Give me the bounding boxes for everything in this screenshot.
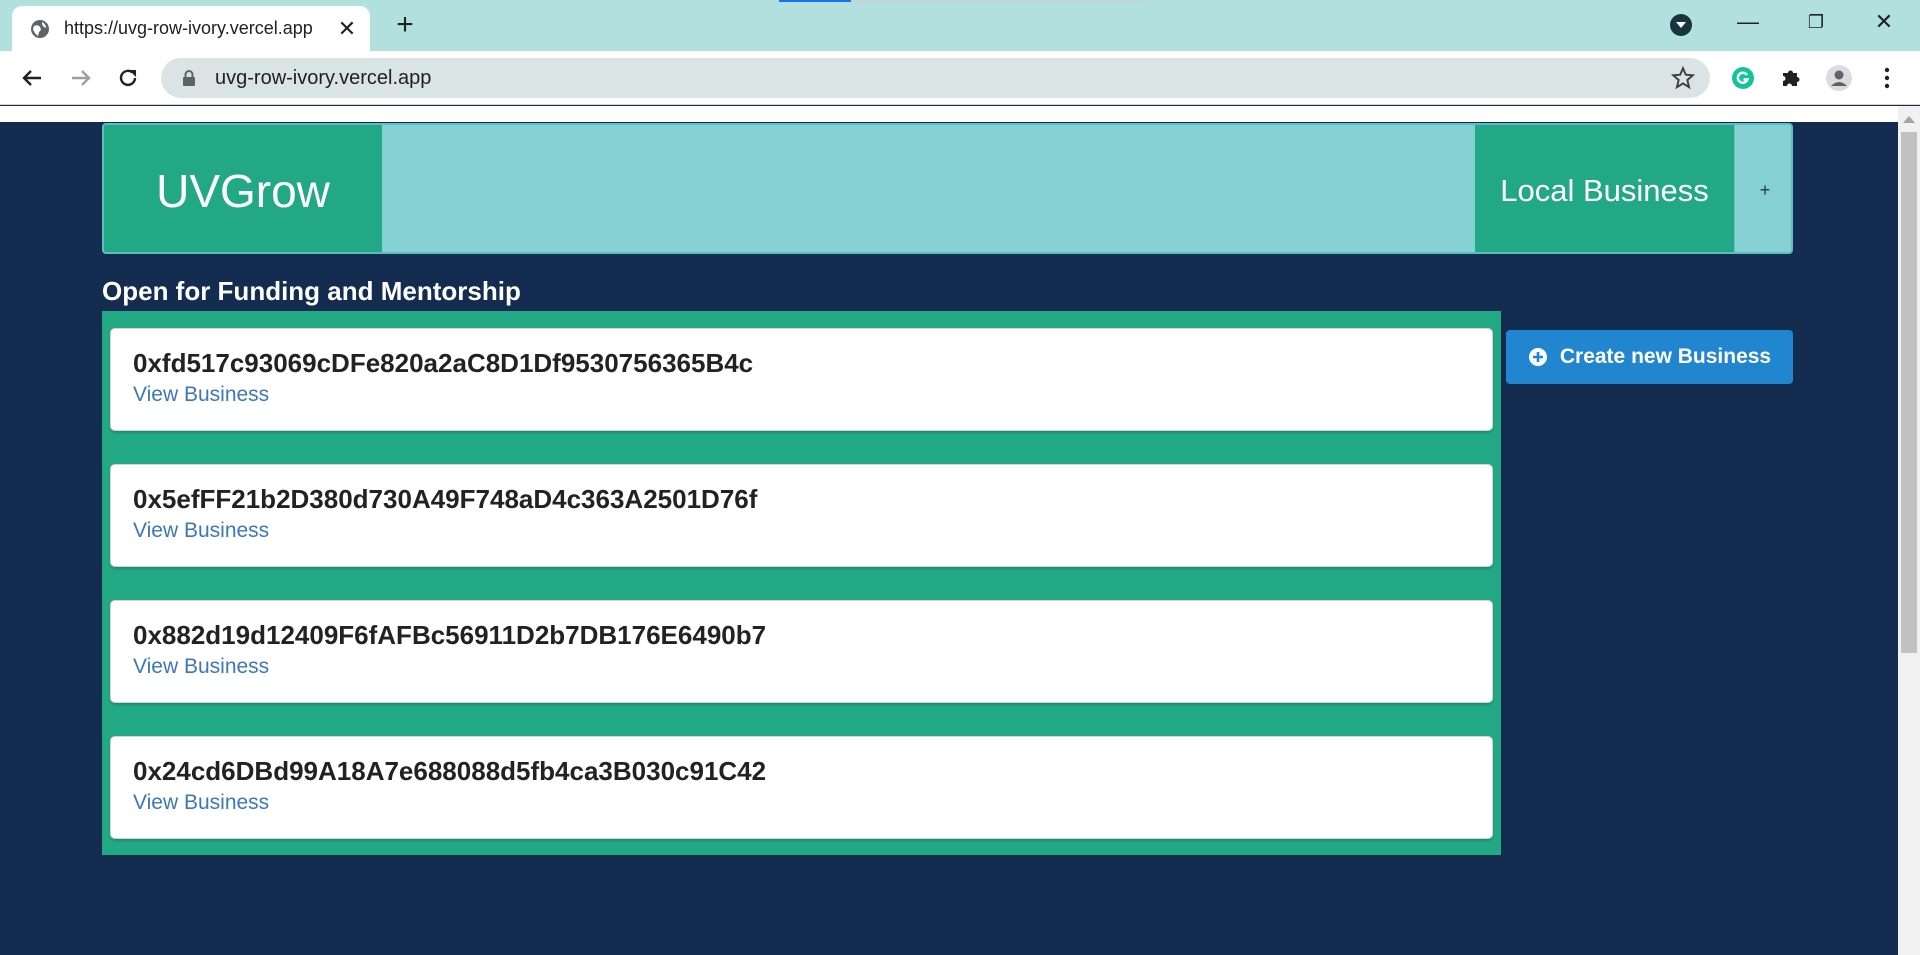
view-business-link[interactable]: View Business xyxy=(133,380,269,410)
extensions-puzzle-icon xyxy=(1783,70,1800,86)
bookmark-star-icon[interactable] xyxy=(1670,65,1696,91)
lock-icon xyxy=(183,70,195,86)
globe-icon xyxy=(31,19,49,38)
forward-button[interactable] xyxy=(63,60,99,96)
grammarly-button[interactable] xyxy=(1729,64,1757,92)
create-new-business-button[interactable]: Create new Business xyxy=(1506,330,1793,384)
business-address: 0x882d19d12409F6fAFBc56911D2b7DB176E6490… xyxy=(133,620,767,650)
view-business-link[interactable]: View Business xyxy=(133,788,269,818)
scrollbar-thumb[interactable] xyxy=(1901,132,1917,653)
extensions-button[interactable] xyxy=(1777,64,1805,92)
address-bar[interactable]: uvg-row-ivory.vercel.app xyxy=(161,58,1710,98)
browser-titlebar: https://uvg-row-ivory.vercel.app ✕ + — ❐… xyxy=(0,0,1920,51)
loading-progress-bar xyxy=(779,0,1141,2)
tab-close-icon[interactable]: ✕ xyxy=(336,17,358,40)
browser-toolbar: uvg-row-ivory.vercel.app xyxy=(0,51,1920,105)
grammarly-icon xyxy=(1732,67,1754,89)
browser-tab[interactable]: https://uvg-row-ivory.vercel.app ✕ xyxy=(12,6,370,51)
page-scrollbar[interactable] xyxy=(1898,106,1920,955)
business-card: 0x5efFF21b2D380d730A49F748aD4c363A2501D7… xyxy=(111,465,1492,566)
browser-menu-button[interactable] xyxy=(1873,64,1901,92)
close-window-button[interactable]: ✕ xyxy=(1854,4,1914,40)
business-card: 0xfd517c93069cDFe820a2aC8D1Df9530756365B… xyxy=(111,329,1492,430)
nav-local-business[interactable]: Local Business xyxy=(1475,125,1734,252)
plus-circle-icon xyxy=(1528,348,1547,366)
new-tab-button[interactable]: + xyxy=(390,10,420,41)
create-button-label: Create new Business xyxy=(1559,345,1772,368)
tab-search-icon[interactable] xyxy=(1670,14,1692,36)
view-business-link[interactable]: View Business xyxy=(133,516,269,546)
profile-avatar-icon xyxy=(1826,65,1852,91)
forward-arrow-icon xyxy=(72,70,91,86)
business-list: 0xfd517c93069cDFe820a2aC8D1Df9530756365B… xyxy=(102,311,1501,855)
business-address: 0x24cd6DBd99A18A7e688088d5fb4ca3B030c91C… xyxy=(133,756,767,786)
business-address: 0x5efFF21b2D380d730A49F748aD4c363A2501D7… xyxy=(133,484,758,514)
back-button[interactable] xyxy=(14,60,50,96)
page-top-strip xyxy=(0,106,1898,122)
brand-logo[interactable]: UVGrow xyxy=(104,125,382,252)
section-title: Open for Funding and Mentorship xyxy=(102,276,521,306)
url-text: uvg-row-ivory.vercel.app xyxy=(215,66,432,89)
business-card: 0x24cd6DBd99A18A7e688088d5fb4ca3B030c91C… xyxy=(111,737,1492,838)
reload-icon xyxy=(119,69,137,87)
nav-plus-button[interactable]: + xyxy=(1734,125,1791,252)
restore-button[interactable]: ❐ xyxy=(1786,4,1846,40)
back-arrow-icon xyxy=(22,70,41,86)
view-business-link[interactable]: View Business xyxy=(133,652,269,682)
reload-button[interactable] xyxy=(110,60,146,96)
minimize-button[interactable]: — xyxy=(1718,4,1778,40)
profile-button[interactable] xyxy=(1825,64,1853,92)
tab-title: https://uvg-row-ivory.vercel.app xyxy=(64,18,313,38)
menu-kebab-icon xyxy=(1884,67,1890,89)
site-header: UVGrow Local Business + xyxy=(102,123,1793,254)
scroll-up-arrow-icon[interactable] xyxy=(1903,116,1915,123)
business-address: 0xfd517c93069cDFe820a2aC8D1Df9530756365B… xyxy=(133,348,754,378)
business-card: 0x882d19d12409F6fAFBc56911D2b7DB176E6490… xyxy=(111,601,1492,702)
